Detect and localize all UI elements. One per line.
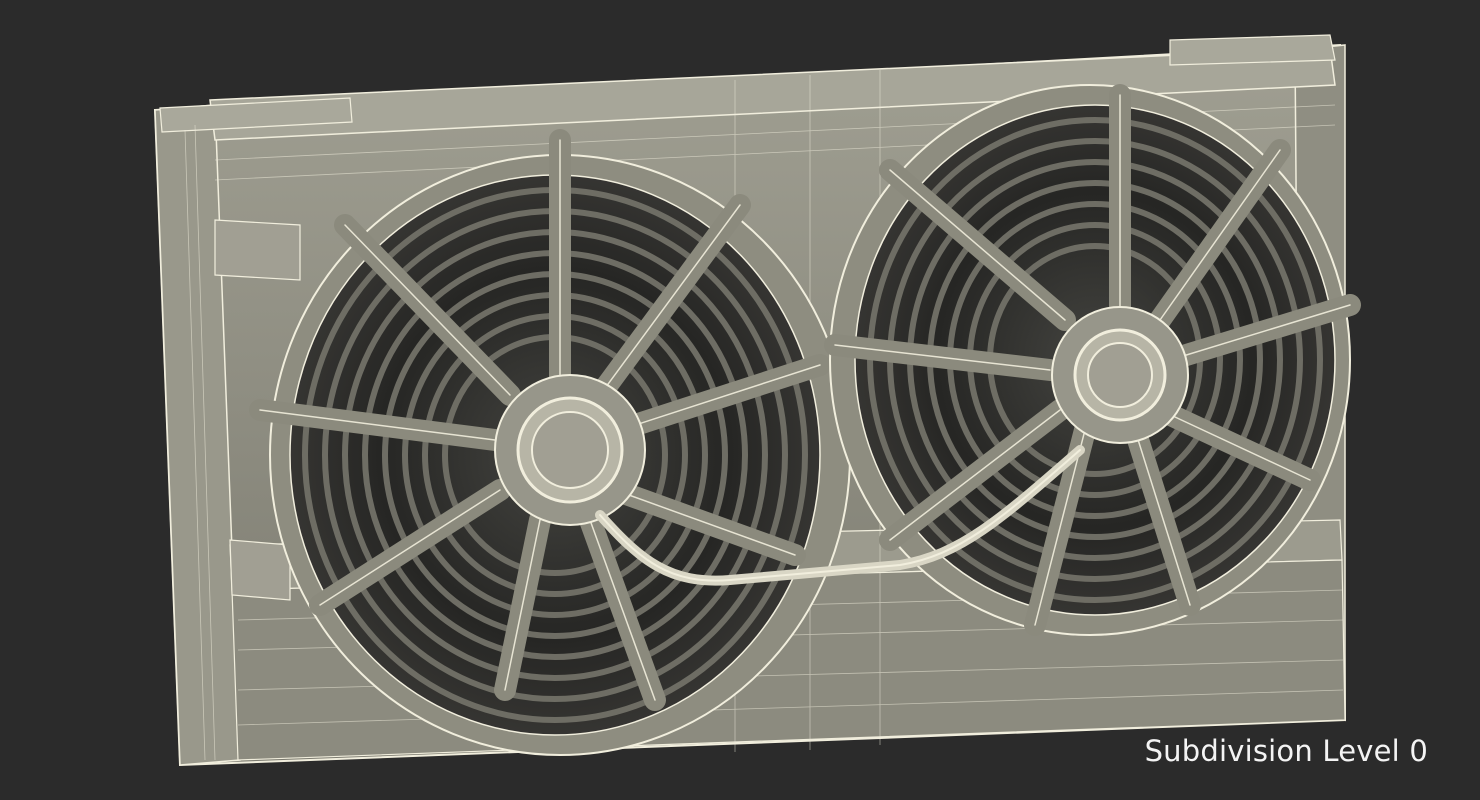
right-fan xyxy=(824,84,1361,636)
subdivision-level-caption: Subdivision Level 0 xyxy=(1144,734,1428,768)
radiator-dual-fan-wireframe xyxy=(153,34,1361,767)
render-viewport: Subdivision Level 0 xyxy=(0,0,1480,800)
